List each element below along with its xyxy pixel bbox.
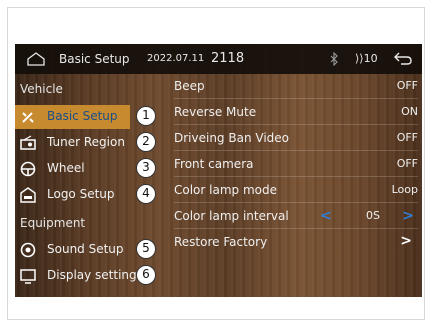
setting-row-reverse-mute[interactable]: Reverse Mute ON xyxy=(174,100,418,125)
setting-row-front-camera[interactable]: Front camera OFF xyxy=(174,152,418,177)
sidebar-item-basic-setup[interactable]: Basic Setup 1 xyxy=(15,105,165,129)
sidebar-item-label: Logo Setup xyxy=(47,187,115,201)
setting-label: Front camera xyxy=(174,157,254,171)
decrease-chevron-icon[interactable]: < xyxy=(320,208,332,224)
callout-badge: 5 xyxy=(136,239,156,259)
interval-value: 0S xyxy=(366,209,380,222)
chevron-right-icon[interactable]: > xyxy=(400,233,412,249)
settings-list: Beep OFF Reverse Mute ON Driveing Ban Vi… xyxy=(174,74,422,297)
setting-row-restore-factory[interactable]: Restore Factory > xyxy=(174,230,418,254)
setting-label: Reverse Mute xyxy=(174,105,257,119)
volume-indicator[interactable]: ⟩⟩10 xyxy=(355,52,378,65)
status-bar: Basic Setup 2022.07.11 2118 ⟩⟩10 xyxy=(15,44,422,74)
setting-label: Driveing Ban Video xyxy=(174,131,289,145)
setting-row-driving-ban-video[interactable]: Driveing Ban Video OFF xyxy=(174,126,418,151)
setting-row-color-lamp-mode[interactable]: Color lamp mode Loop xyxy=(174,178,418,203)
bluetooth-icon xyxy=(330,52,338,66)
setting-label: Color lamp interval xyxy=(174,209,289,223)
page-title: Basic Setup xyxy=(59,52,130,66)
steering-wheel-icon xyxy=(20,161,36,177)
toggle-value[interactable]: OFF xyxy=(397,131,418,144)
setting-label: Beep xyxy=(174,79,205,93)
callout-badge: 3 xyxy=(136,158,156,178)
setting-row-beep[interactable]: Beep OFF xyxy=(174,74,418,99)
home-icon[interactable] xyxy=(27,52,45,66)
sidebar-item-display-settings[interactable]: Display settings 6 xyxy=(15,264,165,288)
callout-badge: 4 xyxy=(136,184,156,204)
toggle-value[interactable]: ON xyxy=(401,105,418,118)
section-label-equipment: Equipment xyxy=(20,216,86,230)
sidebar-item-sound-setup[interactable]: Sound Setup 5 xyxy=(15,238,165,262)
callout-badge: 1 xyxy=(136,106,156,126)
increase-chevron-icon[interactable]: > xyxy=(402,208,414,224)
date-display: 2022.07.11 xyxy=(147,53,205,64)
callout-badge: 2 xyxy=(136,132,156,152)
callout-badge: 6 xyxy=(136,265,156,285)
setting-label: Restore Factory xyxy=(174,235,268,249)
car-logo-icon xyxy=(20,187,36,203)
sidebar-item-label: Wheel xyxy=(47,161,85,175)
time-display: 2118 xyxy=(211,51,245,66)
sidebar-item-label: Sound Setup xyxy=(47,242,124,256)
toggle-value[interactable]: OFF xyxy=(397,157,418,170)
speaker-icon xyxy=(20,242,36,258)
sidebar-item-label: Tuner Region xyxy=(47,135,125,149)
sidebar-item-label: Basic Setup xyxy=(47,109,118,123)
back-icon[interactable] xyxy=(393,51,413,66)
sidebar-item-logo-setup[interactable]: Logo Setup 4 xyxy=(15,183,165,207)
head-unit-screen: Basic Setup 2022.07.11 2118 ⟩⟩10 Vehicle… xyxy=(15,44,422,297)
sidebar-item-label: Display settings xyxy=(47,268,143,282)
setting-label: Color lamp mode xyxy=(174,183,277,197)
toggle-value[interactable]: OFF xyxy=(397,79,418,92)
tools-icon xyxy=(22,112,34,123)
radio-icon xyxy=(20,135,36,150)
settings-sidebar: Vehicle Basic Setup 1 Tuner Region 2 Whe… xyxy=(15,74,165,297)
sidebar-item-tuner-region[interactable]: Tuner Region 2 xyxy=(15,131,165,155)
sidebar-item-wheel[interactable]: Wheel 3 xyxy=(15,157,165,181)
option-value[interactable]: Loop xyxy=(392,183,418,196)
monitor-icon xyxy=(20,269,36,284)
setting-row-color-lamp-interval[interactable]: Color lamp interval < 0S > xyxy=(174,204,418,229)
section-label-vehicle: Vehicle xyxy=(20,82,63,96)
